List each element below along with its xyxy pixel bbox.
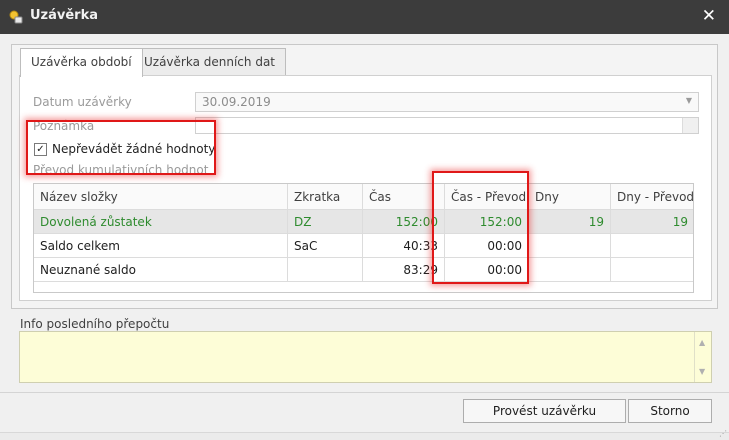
note-scrollbar[interactable]: [682, 118, 698, 133]
cell-name: Neuznané saldo: [34, 258, 288, 281]
cell-name: Saldo celkem: [34, 234, 288, 257]
tab-uzaverka-obdobi[interactable]: Uzávěrka období: [20, 48, 143, 77]
cancel-button[interactable]: Storno: [628, 399, 712, 423]
info-label: Info posledního přepočtu: [20, 317, 170, 331]
tab-uzaverka-dennich-dat[interactable]: Uzávěrka denních dat: [133, 48, 286, 75]
footer-divider: [0, 392, 729, 393]
run-closure-button[interactable]: Provést uzávěrku: [463, 399, 626, 423]
note-field[interactable]: [195, 117, 699, 134]
info-scrollbar[interactable]: ▲ ▼: [694, 332, 711, 382]
window-title: Uzávěrka: [30, 8, 99, 23]
col-header-dny-prevod[interactable]: Dny - Převod: [611, 184, 693, 209]
col-header-cas[interactable]: Čas: [363, 184, 445, 209]
cell-name: Dovolená zůstatek: [34, 210, 288, 233]
cell-cas: 152:00: [363, 210, 445, 233]
table-row[interactable]: Neuznané saldo 83:29 00:00: [34, 258, 693, 282]
cell-dny: [529, 258, 611, 281]
note-label: Poznámka: [33, 119, 95, 133]
grid-header-row: Název složky Zkratka Čas Čas - Převod Dn…: [34, 184, 693, 210]
no-transfer-label[interactable]: Nepřevádět žádné hodnoty: [52, 142, 215, 156]
cell-cas-prevod[interactable]: 00:00: [445, 234, 529, 257]
table-row[interactable]: Saldo celkem SaC 40:33 00:00: [34, 234, 693, 258]
col-header-dny[interactable]: Dny: [529, 184, 611, 209]
resize-grip-icon[interactable]: ⋰: [719, 429, 727, 438]
cell-cas-prevod[interactable]: 00:00: [445, 258, 529, 281]
date-value: 30.09.2019: [202, 95, 271, 109]
close-icon[interactable]: ✕: [702, 6, 716, 26]
section-label: Převod kumulativních hodnot: [33, 163, 209, 177]
scroll-down-icon[interactable]: ▼: [699, 367, 705, 376]
cell-abbr: [288, 258, 363, 281]
lock-key-icon: [9, 10, 23, 24]
cell-abbr: SaC: [288, 234, 363, 257]
title-bar: Uzávěrka ✕: [0, 0, 729, 34]
cell-dny: 19: [529, 210, 611, 233]
date-field[interactable]: 30.09.2019 ▼: [195, 92, 699, 112]
scroll-up-icon[interactable]: ▲: [699, 338, 705, 347]
cumulative-grid: Název složky Zkratka Čas Čas - Převod Dn…: [33, 183, 694, 293]
status-strip: ⋰: [0, 429, 729, 440]
cell-dny-prevod[interactable]: [611, 258, 693, 281]
col-header-cas-prevod[interactable]: Čas - Převod: [445, 184, 529, 209]
cell-cas: 40:33: [363, 234, 445, 257]
chevron-down-icon[interactable]: ▼: [686, 96, 692, 105]
cell-dny-prevod[interactable]: 19: [611, 210, 693, 233]
table-row[interactable]: Dovolená zůstatek DZ 152:00 152:00 19 19: [34, 210, 693, 234]
col-header-zkratka[interactable]: Zkratka: [288, 184, 363, 209]
cell-abbr: DZ: [288, 210, 363, 233]
no-transfer-checkbox[interactable]: ✓: [34, 143, 47, 156]
cell-dny: [529, 234, 611, 257]
info-textarea[interactable]: ▲ ▼: [19, 331, 712, 383]
cell-cas: 83:29: [363, 258, 445, 281]
date-label: Datum uzávěrky: [33, 95, 132, 109]
col-header-nazev[interactable]: Název složky: [34, 184, 288, 209]
cell-cas-prevod[interactable]: 152:00: [445, 210, 529, 233]
cell-dny-prevod[interactable]: [611, 234, 693, 257]
